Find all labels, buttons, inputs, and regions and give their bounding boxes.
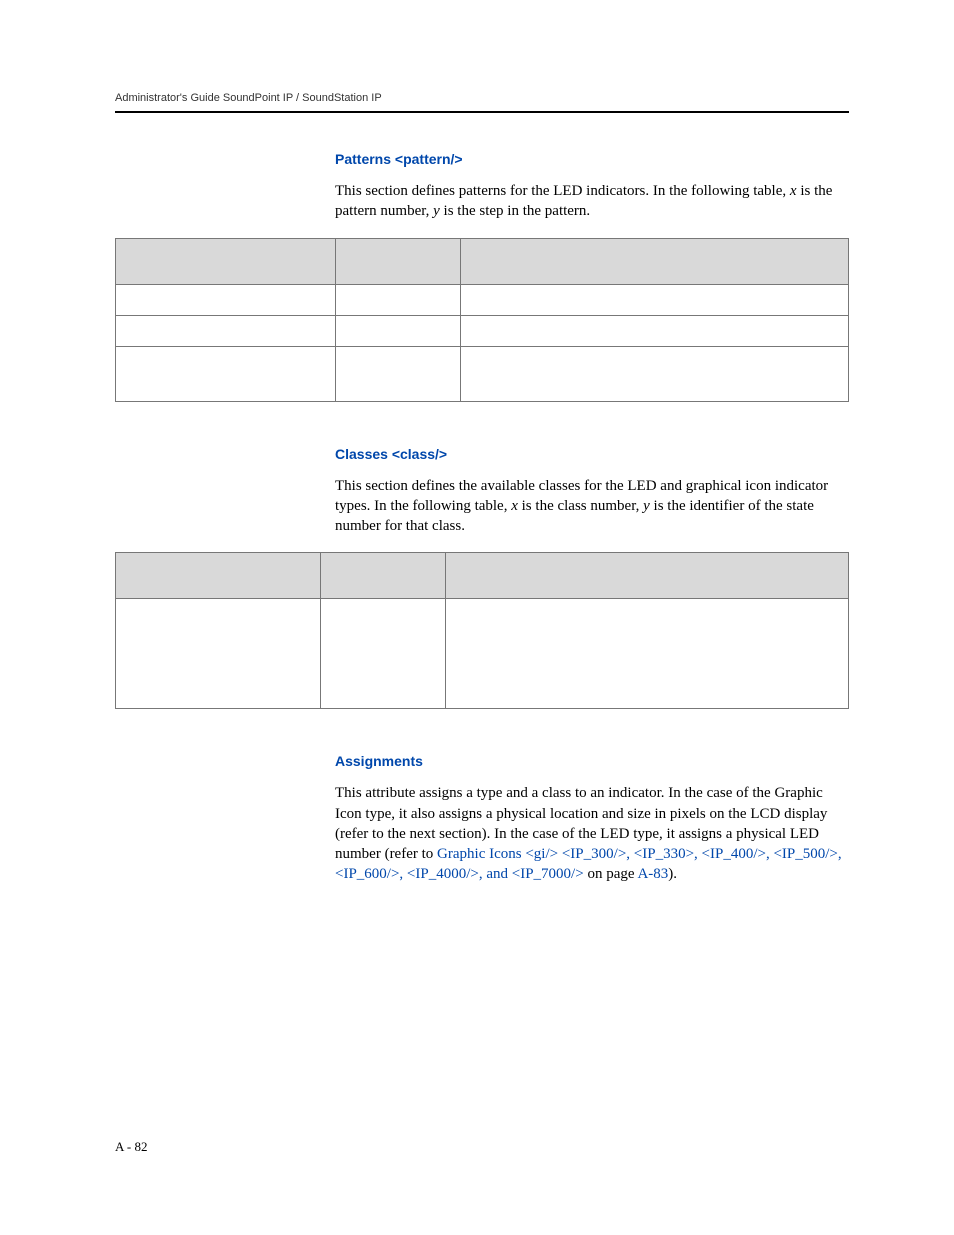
classes-table	[115, 552, 849, 709]
assignments-body: This attribute assigns a type and a clas…	[335, 783, 849, 884]
table-cell	[460, 315, 849, 346]
running-header: Administrator's Guide SoundPoint IP / So…	[115, 92, 849, 104]
var-y: y	[433, 203, 440, 219]
table-cell	[116, 284, 336, 315]
var-x: x	[511, 498, 518, 514]
table-cell	[116, 599, 321, 709]
patterns-heading: Patterns <pattern/>	[335, 151, 849, 167]
table-cell	[321, 599, 446, 709]
table-cell	[335, 315, 460, 346]
table-row	[116, 346, 849, 401]
table-cell	[460, 346, 849, 401]
page-number: A - 82	[115, 1139, 148, 1155]
table-row	[116, 315, 849, 346]
table-header-cell	[116, 553, 321, 599]
text: is the step in the pattern.	[440, 203, 590, 219]
table-row	[116, 599, 849, 709]
classes-heading: Classes <class/>	[335, 446, 849, 462]
patterns-table	[115, 238, 849, 402]
var-x: x	[790, 183, 797, 199]
table-header-cell	[445, 553, 848, 599]
classes-section: Classes <class/> This section defines th…	[335, 446, 849, 537]
assignments-section: Assignments This attribute assigns a typ…	[335, 753, 849, 884]
text: This section defines patterns for the LE…	[335, 183, 790, 199]
page-content: Administrator's Guide SoundPoint IP / So…	[0, 0, 954, 885]
table-header-cell	[460, 238, 849, 284]
table-cell	[460, 284, 849, 315]
table-cell	[116, 346, 336, 401]
table-cell	[335, 346, 460, 401]
text: on page	[584, 866, 638, 882]
classes-body: This section defines the available class…	[335, 476, 849, 537]
patterns-body: This section defines patterns for the LE…	[335, 181, 849, 222]
table-header-cell	[116, 238, 336, 284]
table-header-row	[116, 238, 849, 284]
table-cell	[335, 284, 460, 315]
text: ).	[668, 866, 677, 882]
table-row	[116, 284, 849, 315]
assignments-heading: Assignments	[335, 753, 849, 769]
table-cell	[116, 315, 336, 346]
table-header-cell	[335, 238, 460, 284]
text: is the class number,	[518, 498, 643, 514]
var-y: y	[643, 498, 650, 514]
page-ref-link[interactable]: A-83	[637, 866, 668, 882]
patterns-section: Patterns <pattern/> This section defines…	[335, 151, 849, 222]
header-rule	[115, 111, 849, 113]
table-cell	[445, 599, 848, 709]
table-header-row	[116, 553, 849, 599]
table-header-cell	[321, 553, 446, 599]
